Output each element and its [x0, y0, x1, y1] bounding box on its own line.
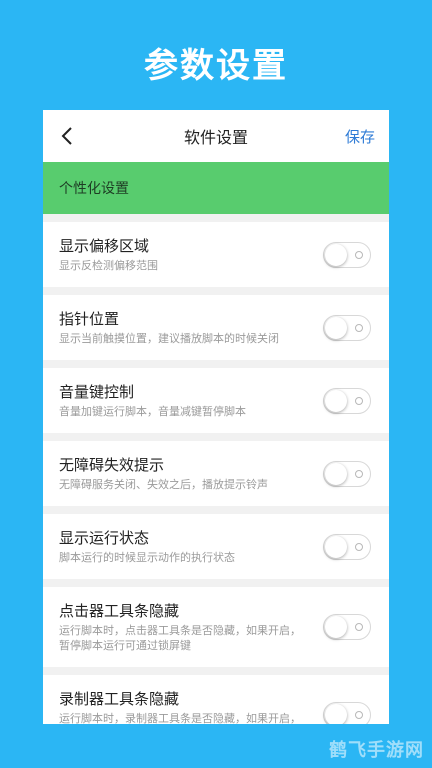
toggle-off-icon	[355, 623, 363, 631]
setting-row-pointer-position: 指针位置 显示当前触摸位置，建议播放脚本的时候关闭	[43, 295, 389, 360]
toggle-knob	[325, 535, 347, 558]
toggle-knob	[325, 462, 347, 485]
toggle-off-icon	[355, 396, 363, 405]
toggle-knob	[325, 704, 347, 724]
accessibility-alert-toggle[interactable]	[323, 460, 371, 487]
setting-row-clicker-toolbar-hide: 点击器工具条隐藏 运行脚本时，点击器工具条是否隐藏，如果开启，暂停脚本运行可通过…	[43, 587, 389, 667]
toggle-off-icon	[355, 469, 363, 478]
pointer-position-toggle[interactable]	[323, 314, 371, 341]
toggle-knob	[325, 616, 347, 638]
toggle-knob	[325, 316, 347, 339]
toggle-off-icon	[355, 250, 363, 259]
setting-row-recorder-toolbar-hide: 录制器工具条隐藏 运行脚本时，录制器工具条是否隐藏，如果开启，暂停脚本运行可通过…	[43, 675, 389, 724]
page-banner-title: 参数设置	[144, 46, 288, 86]
run-status-toggle[interactable]	[323, 533, 371, 560]
nav-bar: 软件设置 保存	[43, 110, 389, 162]
save-button[interactable]: 保存	[345, 126, 375, 147]
clicker-toolbar-hide-toggle[interactable]	[323, 614, 371, 640]
toggle-knob	[325, 243, 347, 266]
site-watermark: 鹤飞手游网	[329, 740, 424, 761]
volume-control-toggle[interactable]	[323, 387, 371, 414]
toggle-off-icon	[355, 711, 363, 719]
setting-row-offset-area: 显示偏移区域 显示反检测偏移范围	[43, 222, 389, 287]
nav-title: 软件设置	[183, 128, 248, 147]
setting-row-run-status: 显示运行状态 脚本运行的时候显示动作的执行状态	[43, 514, 389, 579]
toggle-off-icon	[355, 542, 363, 551]
toggle-off-icon	[355, 323, 363, 332]
offset-area-toggle[interactable]	[323, 241, 371, 268]
toggle-knob	[325, 389, 347, 412]
recorder-toolbar-hide-toggle[interactable]	[323, 702, 371, 724]
settings-panel: 软件设置 保存 个性化设置 显示偏移区域 显示反检测偏移范围 指针位置 显示当前…	[43, 110, 389, 724]
setting-row-accessibility-alert: 无障碍失效提示 无障碍服务关闭、失效之后，播放提示铃声	[43, 441, 389, 506]
chevron-left-icon	[61, 127, 72, 145]
back-button[interactable]	[55, 124, 79, 148]
setting-row-volume-control: 音量键控制 音量加键运行脚本，音量减键暂停脚本	[43, 368, 389, 433]
settings-list: 显示偏移区域 显示反检测偏移范围 指针位置 显示当前触摸位置，建议播放脚本的时候…	[43, 222, 389, 724]
group-header-personalization: 个性化设置	[43, 162, 389, 214]
